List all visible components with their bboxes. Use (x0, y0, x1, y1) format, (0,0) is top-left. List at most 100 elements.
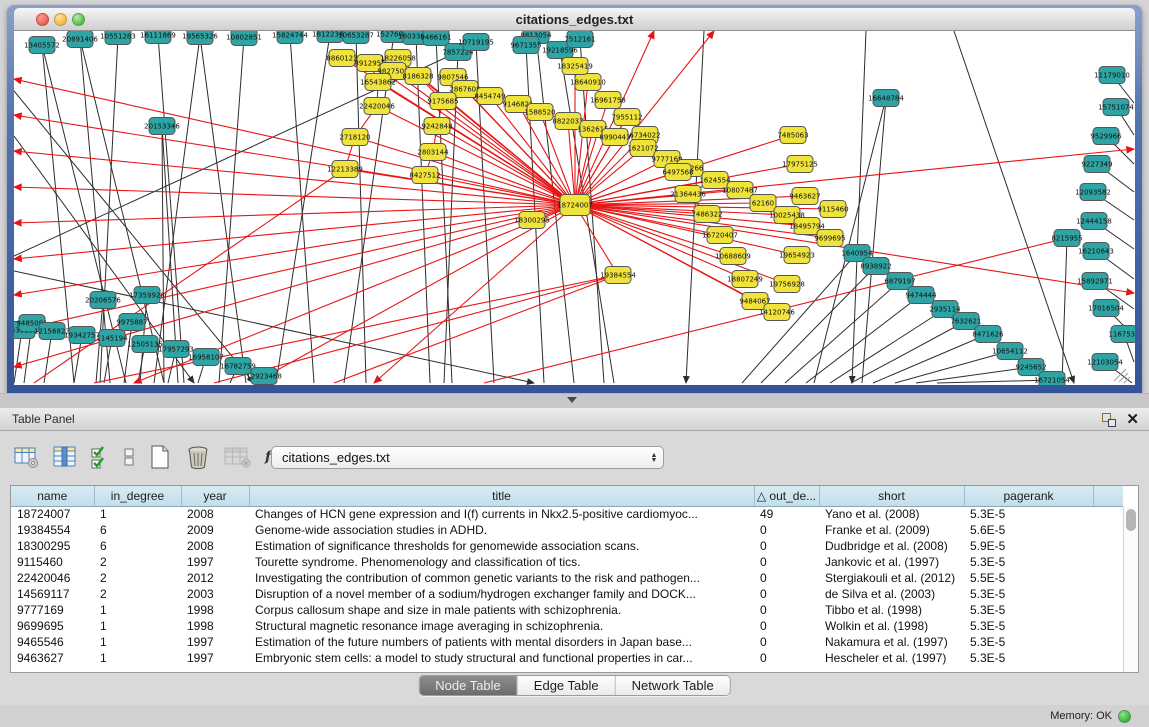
graph-node[interactable]: 16543862 (360, 74, 396, 91)
graph-node[interactable]: 9175685 (427, 93, 458, 110)
table-row[interactable]: 946554611997Estimation of the future num… (11, 634, 1123, 650)
graph-node[interactable]: 19756928 (769, 276, 805, 293)
citation-edge-red[interactable] (14, 115, 575, 205)
graph-node[interactable]: 9242848 (421, 118, 452, 135)
table-row[interactable]: 911546021997Tourette syndrome. Phenomeno… (11, 554, 1123, 570)
table-select-combobox[interactable]: citations_edges.txt ▲▼ (271, 446, 664, 469)
graph-node[interactable]: 17359928 (129, 287, 165, 304)
table-row[interactable]: 946362711997Embryonic stem cells: a mode… (11, 650, 1123, 666)
graph-node[interactable]: 15892971 (1077, 273, 1113, 290)
tab-node-table[interactable]: Node Table (419, 676, 517, 695)
table-row[interactable]: 2242004622012Investigating the contribut… (11, 570, 1123, 586)
table-scrollbar-thumb[interactable] (1126, 509, 1136, 531)
citation-edge-black[interactable] (851, 321, 966, 383)
graph-node[interactable]: 7955112 (611, 109, 642, 126)
column-header-in_degree[interactable]: in_degree (94, 486, 181, 506)
table-row[interactable]: 1872400712008Changes of HCN gene express… (11, 506, 1123, 522)
graph-node[interactable]: 14120746 (759, 304, 795, 321)
graph-node[interactable]: 20206576 (85, 292, 121, 309)
graph-node[interactable]: 7485063 (777, 127, 808, 144)
graph-node[interactable]: 16961758 (590, 92, 626, 109)
graph-node[interactable]: 18640910 (570, 74, 606, 91)
graph-node[interactable]: 7512161 (564, 31, 595, 48)
graph-node[interactable]: 9115460 (817, 201, 848, 218)
graph-node[interactable]: 8427512 (409, 167, 440, 184)
split-pane-divider[interactable] (0, 393, 1149, 408)
column-header-out_degree[interactable]: △ out_de... (754, 486, 819, 506)
graph-node[interactable]: 12444158 (1076, 213, 1112, 230)
graph-node[interactable]: 18300295 (514, 212, 550, 229)
graph-node[interactable]: 12093582 (1075, 184, 1111, 201)
graph-node[interactable]: 16721054 (1034, 372, 1070, 386)
graph-node[interactable]: 10802851 (226, 31, 262, 46)
graph-node[interactable]: 9463627 (789, 188, 820, 205)
zoom-window-button[interactable] (72, 13, 85, 26)
graph-node[interactable]: 10688609 (715, 248, 751, 265)
graph-node[interactable]: 9529966 (1090, 128, 1122, 145)
graph-node[interactable]: 20153346 (144, 118, 180, 135)
float-panel-icon[interactable] (1102, 413, 1116, 427)
graph-node[interactable]: 9671355 (510, 37, 541, 54)
graph-node[interactable]: 2718120 (339, 129, 370, 146)
graph-node[interactable]: 19565326 (182, 31, 218, 45)
citation-edge-black[interactable] (742, 253, 857, 383)
citation-edge-black[interactable] (276, 34, 330, 383)
column-header-title[interactable]: title (249, 486, 754, 506)
table-row[interactable]: 1938455462009Genome-wide association stu… (11, 522, 1123, 538)
table-mode-icon[interactable] (14, 445, 40, 469)
citation-edge-black[interactable] (356, 35, 366, 383)
column-header-year[interactable]: year (181, 486, 249, 506)
table-scrollbar[interactable] (1123, 507, 1138, 672)
graph-node[interactable]: 22420046 (359, 98, 395, 115)
citation-edge-red[interactable] (14, 205, 575, 259)
citation-edge-black[interactable] (862, 98, 886, 383)
table-row[interactable]: 969969511998Structural magnetic resonanc… (11, 618, 1123, 634)
table-row[interactable]: 977716911998Corpus callosum shape and si… (11, 602, 1123, 618)
citation-edge-red[interactable] (575, 31, 714, 205)
graph-node[interactable]: 15824744 (272, 31, 308, 44)
graph-node[interactable]: 1167533 (1108, 326, 1135, 343)
graph-node[interactable]: 10653287 (338, 31, 374, 44)
citation-edge-red[interactable] (14, 187, 575, 205)
graph-node[interactable]: 9975887 (116, 314, 147, 331)
tab-edge-table[interactable]: Edge Table (517, 676, 615, 695)
graph-node[interactable]: 8471626 (972, 326, 1004, 343)
citation-edge-black[interactable] (852, 31, 866, 383)
row-height-icon[interactable] (123, 445, 135, 469)
graph-node[interactable]: 8186328 (402, 68, 433, 85)
graph-node[interactable]: 18325419 (557, 58, 593, 75)
citation-edge-red[interactable] (334, 275, 618, 383)
close-window-button[interactable] (36, 13, 49, 26)
graph-node-hub[interactable]: 18724007 (557, 195, 593, 216)
table-row[interactable]: 1456911722003Disruption of a novel membe… (11, 586, 1123, 602)
citation-edge-red[interactable] (14, 151, 575, 205)
graph-node[interactable]: 9466161 (420, 31, 451, 46)
graph-node[interactable]: 1145194 (96, 330, 128, 347)
graph-node[interactable]: 16648784 (868, 90, 904, 107)
graph-node[interactable]: 10551283 (100, 31, 136, 45)
graph-node[interactable]: 8860123 (326, 50, 357, 67)
minimize-window-button[interactable] (54, 13, 67, 26)
column-header-name[interactable]: name (11, 486, 94, 506)
new-column-icon[interactable] (148, 444, 172, 470)
citation-edge-red[interactable] (437, 126, 575, 205)
graph-node[interactable]: 20891406 (62, 31, 98, 48)
graph-node[interactable]: 10654112 (992, 343, 1028, 360)
graph-node[interactable]: 10719195 (458, 34, 494, 51)
graph-node[interactable]: 13405572 (24, 37, 60, 54)
tab-network-table[interactable]: Network Table (615, 676, 730, 695)
graph-node[interactable]: 12213389 (327, 161, 363, 178)
graph-node[interactable]: 8215955 (1051, 230, 1082, 247)
memory-ok-indicator[interactable] (1118, 710, 1131, 723)
column-header-short[interactable]: short (819, 486, 964, 506)
graph-node[interactable]: 16111869 (140, 31, 176, 44)
graph-node[interactable]: 12923468 (246, 368, 282, 385)
graph-node[interactable]: 9227349 (1081, 156, 1112, 173)
citation-edge-black[interactable] (124, 322, 132, 383)
graph-node[interactable]: 62160 (750, 195, 776, 212)
graph-node[interactable]: 8454749 (474, 88, 505, 105)
select-checkboxes-icon[interactable] (90, 444, 110, 470)
citation-edge-black[interactable] (785, 281, 900, 383)
table-row[interactable]: 1830029562008Estimation of significance … (11, 538, 1123, 554)
graph-node[interactable]: 8990443 (599, 129, 630, 146)
